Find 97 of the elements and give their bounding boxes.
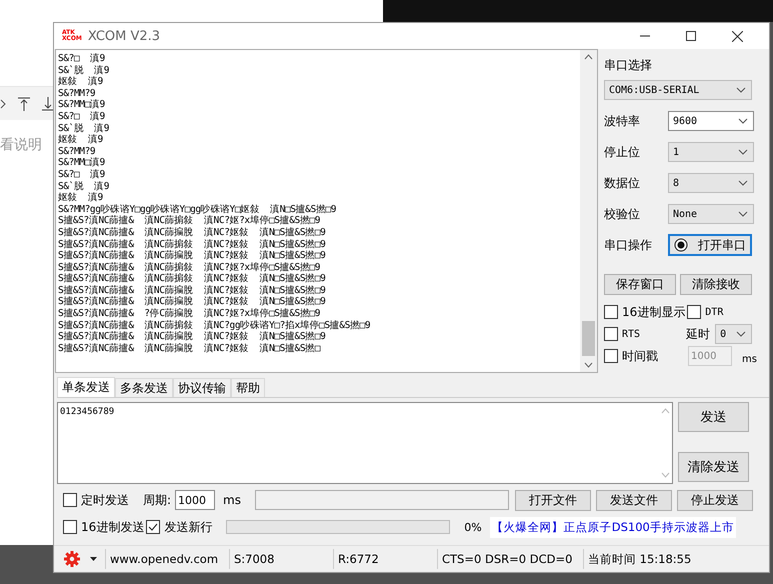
progress-reading: 0% [464, 520, 482, 534]
website-link[interactable]: www.openedv.com [106, 549, 230, 569]
setting-label: 数据位 [604, 174, 641, 192]
checkbox[interactable] [146, 520, 160, 534]
scroll-thumb[interactable] [582, 321, 595, 356]
receive-line: S攎&S?滇NC蒒攎& 滇NC蒒揙脫 滇NC?妪敍 滇N□S攎&S撚□9 [58, 331, 326, 343]
setting-dropdown[interactable]: 1 [668, 142, 754, 162]
receive-line: S攎&S?滇NC蒒攎& 滇NC蒒掮敍 滇NC?妪?x埠停□S攎&S撚□9 [58, 262, 322, 273]
radio-icon [674, 238, 688, 252]
unit-label: ms [223, 493, 241, 507]
delay-label: 延时 [686, 326, 710, 342]
receive-line: S&?□ 滇9 [58, 168, 106, 181]
port-dropdown[interactable]: COM6:USB-SERIAL [604, 80, 752, 100]
clear-send-button[interactable]: 清除发送 [678, 452, 749, 482]
scroll-down-icon[interactable] [584, 362, 593, 368]
gear-icon[interactable] [64, 551, 80, 567]
send-button[interactable]: 发送 [678, 402, 749, 432]
ad-link[interactable]: 【火爆全网】正点原子DS100手持示波器上市 [490, 516, 736, 538]
port-label: 串口选择 [604, 57, 653, 74]
checkbox-label: 时间戳 [622, 348, 658, 364]
page-text: 看说明 [0, 136, 42, 154]
receive-line: S&?MM□滇9 [58, 99, 106, 111]
receive-line: 妪敍 滇9 [58, 192, 104, 204]
tab[interactable]: 协议传输 [173, 378, 231, 397]
tab[interactable]: 单条发送 [57, 377, 115, 397]
file-button[interactable]: 打开文件 [515, 490, 591, 510]
receive-line: S&?MM?9 [58, 146, 96, 157]
receive-line: S攎&S?滇NC蒒攎& 滇NC蒒揙脫 滇NC?妪敍 滇N□S攎&S撚□9 [58, 284, 326, 296]
receive-line: S攎&S?滇NC蒒攎& 滇NC蒒掮敍 滇NC?妪?x埠停□S攎&S撚□9 [58, 215, 322, 227]
chevron-down-icon[interactable] [738, 211, 748, 217]
receive-line: S攎&S?滇NC蒒攎& 滇NC蒒揙脫 滇NC?妪敍 滇N□S攎&S撚□9 [58, 296, 326, 308]
receive-line: S&`脱 滇9 [58, 122, 110, 134]
chevron-down-icon[interactable] [738, 118, 748, 124]
receive-line: S&?□ 滇9 [58, 53, 106, 65]
upload-icon[interactable] [18, 96, 30, 110]
receive-line: S&`脱 滇9 [58, 64, 110, 76]
chevron-down-icon[interactable] [736, 87, 746, 93]
receive-line: 妪敍 滇9 [58, 134, 104, 146]
receive-line: S攎&S?滇NC蒒攎& 滇NC蒒揙脫 滇NC?妪敍 滇N□S攎&S撚□ [58, 342, 322, 354]
tab[interactable]: 帮助 [231, 378, 265, 397]
checkbox[interactable] [604, 305, 618, 319]
received-count: R:6772 [334, 549, 438, 569]
caret-icon[interactable] [90, 557, 97, 561]
setting-dropdown[interactable]: None [668, 204, 754, 224]
download-icon[interactable] [42, 96, 54, 110]
setting-dropdown[interactable]: 8 [668, 173, 754, 193]
file-button[interactable]: 停止发送 [677, 490, 753, 510]
window-title: XCOM V2.3 [88, 28, 160, 44]
line-status: CTS=0 DSR=0 DCD=0 [438, 549, 584, 569]
period-field[interactable]: 1000 [175, 490, 216, 510]
maximize-icon[interactable] [686, 31, 696, 41]
setting-label: 校验位 [604, 206, 641, 222]
checkbox[interactable] [687, 305, 702, 319]
checkbox[interactable] [63, 493, 77, 507]
sent-count: S:7008 [230, 549, 334, 569]
checkbox-label: RTS [622, 328, 640, 340]
close-icon[interactable] [732, 30, 743, 42]
checkbox-label: 16进制显示 [622, 304, 686, 320]
scrollbar[interactable] [580, 50, 597, 372]
current-time: 当前时间 15:18:55 [587, 550, 692, 568]
unit-label: ms [742, 354, 757, 364]
receive-line: S&?MM?9 [58, 88, 96, 99]
chevron-down-icon[interactable] [736, 331, 746, 337]
receive-line: 妪敍 滇9 [58, 76, 104, 88]
file-button[interactable]: 发送文件 [596, 490, 672, 510]
checkbox-label: DTR [705, 306, 724, 318]
period-label: 周期: [143, 492, 172, 508]
checkbox-label: 定时发送 [81, 492, 129, 508]
receive-line: S&?□ 滇9 [58, 110, 106, 123]
receive-line: S&?MM?gg吵硃谘Y□gg吵硃谘Y□gg吵硃谘Y□妪敍 滇N□S攎&S撚□9 [58, 204, 338, 215]
checkbox[interactable] [604, 327, 618, 341]
receive-line: S攎&S?滇NC蒒攎& 滇NC蒒掮敍 滇NC?妪敍 滇N□S攎&S撚□9 [58, 238, 326, 250]
chevron-down-icon[interactable] [738, 149, 748, 155]
setting-label: 波特率 [604, 112, 641, 130]
checkbox-label: 16进制发送 [81, 518, 144, 536]
delay-dropdown[interactable]: 0 [715, 324, 752, 344]
receive-line: S攎&S?滇NC蒒攎& 滇NC蒒揙脫 滇NC?妪敍 滇N□S攎&S撚□9 [58, 226, 326, 238]
chevron-icon[interactable] [0, 98, 6, 108]
panel-button[interactable]: 保存窗口 [604, 274, 676, 295]
receive-line: S攎&S?滇NC蒒攎& 滇NC蒒掮敍 滇NC?妪敍 滇N□S攎&S撚□9 [58, 273, 326, 285]
receive-line: S攎&S?滇NC蒒攎& ?停C蒒揙脫 滇NC?妪?x埠停□S攎&S撚□9 [58, 308, 322, 320]
scroll-up-icon[interactable] [584, 54, 593, 60]
checkbox-label: 发送新行 [164, 518, 212, 536]
setting-dropdown[interactable]: 9600 [668, 111, 754, 131]
tab[interactable]: 多条发送 [115, 378, 173, 397]
receive-line: S&?MM□滇9 [58, 157, 106, 169]
checkbox[interactable] [63, 520, 77, 534]
chevron-down-icon[interactable] [738, 180, 748, 186]
setting-label: 停止位 [604, 144, 641, 160]
receive-line: S攎&S?滇NC蒒攎& 滇NC蒒掮敍 滇NC?gg吵硃谘Y□?掐x埠停□S攎&S撚□9 [58, 320, 372, 331]
open-port-button[interactable]: 打开串口 [668, 234, 752, 256]
file-path-field[interactable] [255, 490, 509, 510]
panel-button[interactable]: 清除接收 [680, 274, 752, 295]
checkbox[interactable] [604, 349, 618, 363]
receive-line: S攎&S?滇NC蒒攎& 滇NC蒒揙脫 滇NC?妪敍 滇N□S攎&S撚□9 [58, 250, 326, 262]
operation-label: 串口操作 [604, 236, 653, 254]
receive-line: S&`脱 滇9 [58, 180, 110, 192]
